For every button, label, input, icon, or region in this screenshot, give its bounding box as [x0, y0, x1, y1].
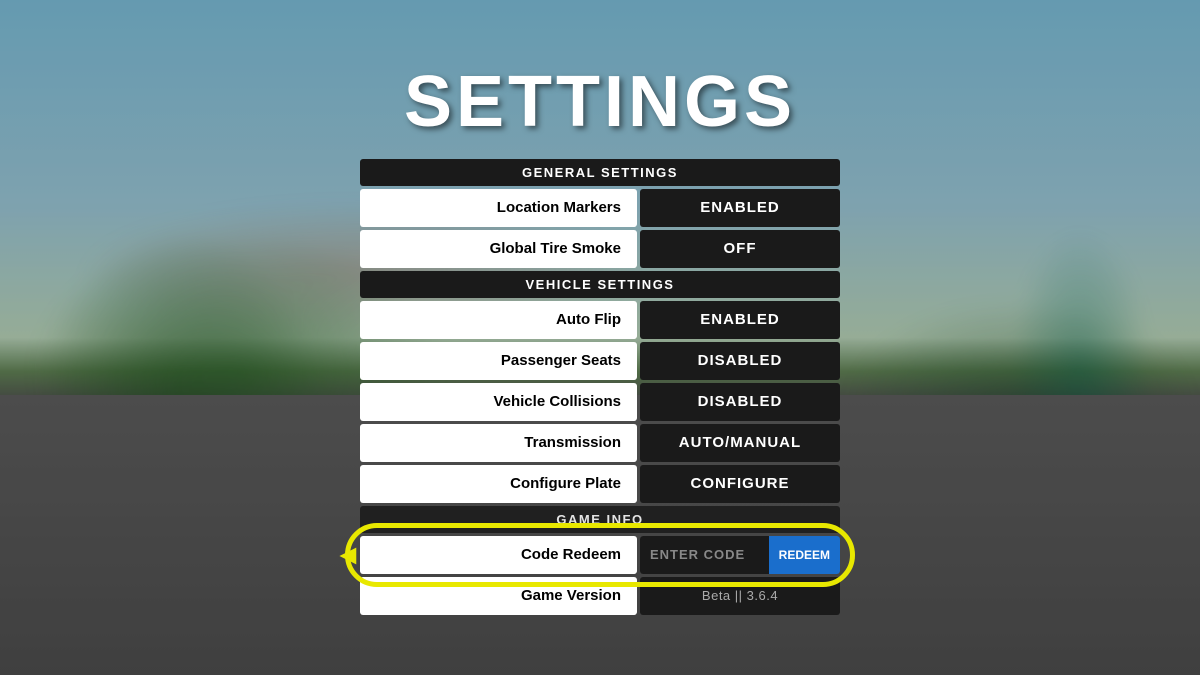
- code-input[interactable]: ENTER CODE: [640, 536, 769, 574]
- section-header-game-info: GAME INFO: [360, 506, 840, 533]
- code-input-placeholder: ENTER CODE: [650, 547, 769, 562]
- label-auto-flip: Auto Flip: [360, 301, 637, 339]
- value-vehicle-collisions[interactable]: DISABLED: [640, 383, 840, 421]
- value-location-markers[interactable]: ENABLED: [640, 189, 840, 227]
- label-code-redeem: Code Redeem: [360, 536, 637, 574]
- row-configure-plate: Configure Plate CONFIGURE: [360, 465, 840, 503]
- value-game-version: Beta || 3.6.4: [640, 577, 840, 615]
- settings-container: SETTINGS GENERAL SETTINGS Location Marke…: [360, 61, 840, 615]
- arrow-indicator: ◄: [334, 539, 362, 571]
- label-transmission: Transmission: [360, 424, 637, 462]
- row-location-markers: Location Markers ENABLED: [360, 189, 840, 227]
- value-passenger-seats[interactable]: DISABLED: [640, 342, 840, 380]
- settings-panel: GENERAL SETTINGS Location Markers ENABLE…: [360, 159, 840, 615]
- label-configure-plate: Configure Plate: [360, 465, 637, 503]
- row-code-redeem: ◄ Code Redeem ENTER CODE REDEEM: [360, 536, 840, 574]
- settings-title: SETTINGS: [404, 61, 796, 143]
- label-global-tire-smoke: Global Tire Smoke: [360, 230, 637, 268]
- section-header-vehicle: VEHICLE SETTINGS: [360, 271, 840, 298]
- row-game-version: Game Version Beta || 3.6.4: [360, 577, 840, 615]
- value-configure-plate[interactable]: CONFIGURE: [640, 465, 840, 503]
- row-passenger-seats: Passenger Seats DISABLED: [360, 342, 840, 380]
- value-global-tire-smoke[interactable]: OFF: [640, 230, 840, 268]
- label-location-markers: Location Markers: [360, 189, 637, 227]
- label-game-version: Game Version: [360, 577, 637, 615]
- row-vehicle-collisions: Vehicle Collisions DISABLED: [360, 383, 840, 421]
- value-auto-flip[interactable]: ENABLED: [640, 301, 840, 339]
- row-global-tire-smoke: Global Tire Smoke OFF: [360, 230, 840, 268]
- row-auto-flip: Auto Flip ENABLED: [360, 301, 840, 339]
- row-transmission: Transmission AUTO/MANUAL: [360, 424, 840, 462]
- label-passenger-seats: Passenger Seats: [360, 342, 637, 380]
- label-vehicle-collisions: Vehicle Collisions: [360, 383, 637, 421]
- section-header-general: GENERAL SETTINGS: [360, 159, 840, 186]
- redeem-button[interactable]: REDEEM: [769, 536, 840, 574]
- code-value-wrapper: ENTER CODE REDEEM: [640, 536, 840, 574]
- value-transmission[interactable]: AUTO/MANUAL: [640, 424, 840, 462]
